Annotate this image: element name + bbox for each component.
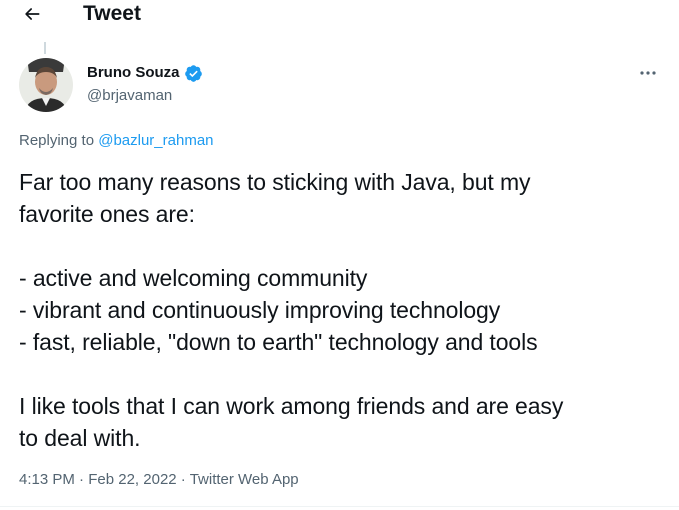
verified-badge-icon bbox=[184, 64, 203, 83]
tweet-text-blank-line bbox=[19, 358, 669, 390]
tweet-author: Bruno Souza @brjavaman bbox=[87, 63, 203, 106]
tweet-text-line: I like tools that I can work among frien… bbox=[19, 393, 564, 419]
tweet-metadata: 4:13 PM · Feb 22, 2022 · Twitter Web App bbox=[19, 470, 299, 490]
avatar[interactable] bbox=[19, 58, 73, 112]
more-options-button[interactable] bbox=[636, 66, 660, 80]
tweet-text-line: - active and welcoming community bbox=[19, 265, 368, 291]
tweet-text: Far too many reasons to sticking with Ja… bbox=[19, 166, 669, 454]
tweet-header: Tweet bbox=[0, 0, 679, 30]
replying-to: Replying to @bazlur_rahman bbox=[19, 131, 214, 151]
tweet-source-link[interactable]: Twitter Web App bbox=[190, 471, 299, 488]
arrow-left-icon bbox=[25, 8, 40, 20]
back-button[interactable] bbox=[18, 2, 46, 26]
tweet-text-line: to deal with. bbox=[19, 425, 141, 451]
tweet-text-line: Far too many reasons to sticking with Ja… bbox=[19, 169, 531, 195]
tweet-time-link[interactable]: 4:13 PM bbox=[19, 471, 75, 488]
author-name-row: Bruno Souza bbox=[87, 63, 203, 83]
tweet-text-line: - fast, reliable, "down to earth" techno… bbox=[19, 329, 538, 355]
thread-line bbox=[44, 42, 46, 54]
tweet-text-blank-line bbox=[19, 230, 669, 262]
meta-separator: · bbox=[180, 471, 186, 488]
author-display-name[interactable]: Bruno Souza bbox=[87, 63, 180, 83]
page-title: Tweet bbox=[83, 2, 141, 25]
meta-separator: · bbox=[79, 471, 85, 488]
divider bbox=[0, 506, 679, 507]
replying-to-label: Replying to bbox=[19, 132, 95, 149]
more-horizontal-icon bbox=[640, 71, 656, 75]
tweet-text-line: favorite ones are: bbox=[19, 201, 195, 227]
tweet-text-line: - vibrant and continuously improving tec… bbox=[19, 297, 501, 323]
replying-to-handle-link[interactable]: @bazlur_rahman bbox=[98, 132, 213, 149]
user-avatar bbox=[19, 58, 73, 112]
author-handle[interactable]: @brjavaman bbox=[87, 86, 203, 106]
tweet-date-link[interactable]: Feb 22, 2022 bbox=[88, 471, 176, 488]
